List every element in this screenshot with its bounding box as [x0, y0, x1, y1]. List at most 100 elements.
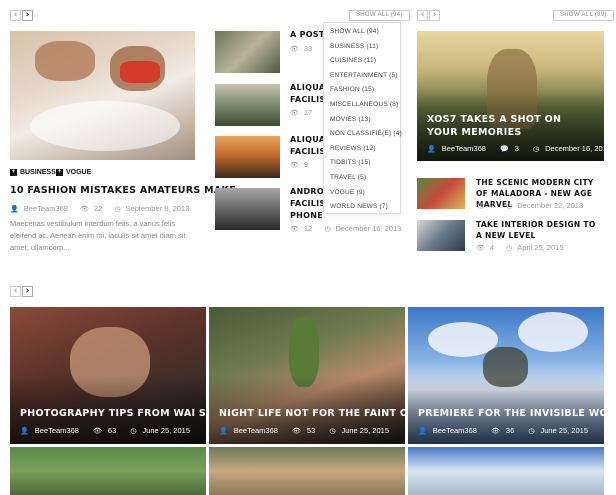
right-post-title-2[interactable]: TAKE INTERIOR DESIGN TO A NEW LEVEL: [476, 219, 604, 241]
views: 17: [303, 108, 313, 117]
user-icon: 👤: [219, 427, 228, 435]
post-thumb-2[interactable]: [215, 84, 280, 126]
author[interactable]: BeeTeam368: [24, 204, 68, 213]
right-prev-button[interactable]: ‹: [417, 10, 428, 21]
dropdown-item[interactable]: NON CLASSIFIÉ(E) (4): [324, 127, 402, 142]
clock-icon: ◷: [533, 145, 540, 153]
comment-icon: 💬: [500, 145, 509, 153]
right-thumb-1[interactable]: [417, 178, 465, 209]
views: 12: [303, 224, 313, 233]
middle-post-meta-2: 👁 17: [290, 108, 317, 117]
clock-icon: ◷: [329, 427, 336, 435]
date: December 16, 2013: [545, 144, 604, 153]
category-dropdown[interactable]: SHOW ALL (94) BUSINESS (11) CUISINES (11…: [323, 22, 402, 215]
grid-image-1[interactable]: PHOTOGRAPHY TIPS FROM WAI SU 👤 BeeTeam368…: [10, 307, 206, 444]
grid-image-2[interactable]: NIGHT LIFE NOT FOR THE FAINT OF HEART 👤 B…: [209, 307, 405, 444]
date: June 25, 2015: [540, 426, 588, 435]
post-thumb-4[interactable]: [215, 188, 280, 230]
eye-icon: 👁: [93, 427, 102, 435]
user-icon: 👤: [20, 427, 29, 435]
comments: 3: [514, 144, 519, 153]
grid-title-3[interactable]: PREMIERE FOR THE INVISIBLE WOMAN: [418, 408, 604, 419]
date: September 8, 2013: [125, 204, 190, 213]
left-prev-button[interactable]: ‹: [10, 10, 21, 21]
post-thumb-3[interactable]: [215, 136, 280, 178]
dropdown-item[interactable]: CUISINES (11): [324, 54, 400, 69]
grid-meta-2: 👤 BeeTeam368 👁 53 ◷ June 25, 2015: [219, 426, 401, 435]
eye-icon: 👁: [476, 244, 485, 252]
middle-post-meta-4: 👁 12 ◷ December 16, 2013: [290, 224, 411, 233]
dropdown-item[interactable]: WORLD NEWS (7): [324, 200, 400, 215]
grid-meta-3: 👤 BeeTeam368 👁 36 ◷ June 25, 2015: [418, 426, 600, 435]
eye-icon: 👁: [476, 202, 485, 210]
dropdown-item[interactable]: VOGUE (9): [324, 186, 400, 201]
grid-image-4[interactable]: [10, 447, 206, 495]
date: December 16, 2013: [335, 224, 402, 233]
author[interactable]: BeeTeam368: [442, 144, 486, 153]
tag-icon: +: [56, 169, 63, 176]
right-show-all-button[interactable]: SHOW ALL (89): [553, 10, 614, 21]
tag-label: VOGUE: [66, 169, 92, 176]
right-post-meta-2: 👁 4 ◷ April 25, 2015: [476, 243, 574, 252]
featured-right-image[interactable]: XOS7 TAKES A SHOT ON YOUR MEMORIES 👤 BeeT…: [417, 31, 604, 161]
author[interactable]: BeeTeam368: [234, 426, 278, 435]
dropdown-item[interactable]: FASHION (15): [324, 83, 400, 98]
beach-couple-image[interactable]: [10, 31, 195, 160]
dropdown-item[interactable]: TIDBITS (15): [324, 156, 400, 171]
right-thumb-2[interactable]: [417, 220, 465, 251]
tag-icon: +: [10, 169, 17, 176]
middle-post-meta-3: 👁 9: [290, 160, 313, 169]
views: 9: [303, 160, 309, 169]
clock-icon: ◷: [528, 427, 535, 435]
tag-business[interactable]: + BUSINESS: [10, 169, 56, 176]
views: 22: [93, 204, 103, 213]
dropdown-item[interactable]: MOVIES (13): [324, 113, 400, 128]
dropdown-item[interactable]: REVIEWS (12): [324, 142, 400, 157]
grid-image-5[interactable]: [209, 447, 405, 495]
dropdown-item[interactable]: BUSINESS (11): [324, 40, 400, 55]
grid-title-1[interactable]: PHOTOGRAPHY TIPS FROM WAI SU: [20, 408, 206, 419]
featured-right-meta: 👤 BeeTeam368 💬 3 ◷ December 16, 2013: [427, 144, 604, 153]
eye-icon: 👁: [491, 427, 500, 435]
grid-next-button[interactable]: ›: [22, 286, 33, 297]
left-post-title[interactable]: 10 FASHION MISTAKES AMATEURS MAKE: [10, 185, 236, 196]
left-post-meta: 👤 BeeTeam368 👁 22 ◷ September 8, 2013: [10, 204, 199, 213]
clock-icon: ◷: [506, 244, 513, 252]
clock-icon: ◷: [114, 205, 121, 213]
views: 36: [505, 426, 515, 435]
grid-title-2[interactable]: NIGHT LIFE NOT FOR THE FAINT OF HEART: [219, 408, 405, 419]
views: 53: [306, 426, 316, 435]
tag-label: BUSINESS: [20, 169, 56, 176]
right-post-meta-1: 👁 7 ◷ December 22, 2013: [476, 201, 593, 210]
grid-image-6[interactable]: [408, 447, 604, 495]
dropdown-item[interactable]: MISCELLANEOUS (8): [324, 98, 400, 113]
date: June 25, 2015: [142, 426, 190, 435]
grid-meta-1: 👤 BeeTeam368 👁 63 ◷ June 25, 2015: [20, 426, 202, 435]
eye-icon: 👁: [290, 161, 299, 169]
author[interactable]: BeeTeam368: [35, 426, 79, 435]
eye-icon: 👁: [292, 427, 301, 435]
clock-icon: ◷: [506, 202, 513, 210]
middle-post-meta-1: 👁 33: [290, 44, 317, 53]
date: April 25, 2015: [517, 243, 564, 252]
tag-vogue[interactable]: + VOGUE: [56, 169, 91, 176]
post-thumb-1[interactable]: [215, 31, 280, 73]
dropdown-item[interactable]: SHOW ALL (94): [324, 25, 400, 40]
featured-right-title[interactable]: XOS7 TAKES A SHOT ON YOUR MEMORIES: [427, 113, 577, 139]
author[interactable]: BeeTeam368: [433, 426, 477, 435]
dropdown-item[interactable]: ENTERTAINMENT (5): [324, 69, 400, 84]
date: December 22, 2013: [517, 201, 584, 210]
grid-prev-button[interactable]: ‹: [10, 286, 21, 297]
right-next-button[interactable]: ›: [429, 10, 440, 21]
middle-show-all-button[interactable]: SHOW ALL (94): [349, 10, 410, 21]
eye-icon: 👁: [290, 45, 299, 53]
grid-image-3[interactable]: PREMIERE FOR THE INVISIBLE WOMAN 👤 BeeTea…: [408, 307, 604, 444]
user-icon: 👤: [418, 427, 427, 435]
views: 33: [303, 44, 313, 53]
left-next-button[interactable]: ›: [22, 10, 33, 21]
eye-icon: 👁: [290, 225, 299, 233]
date: June 25, 2015: [341, 426, 389, 435]
views: 63: [107, 426, 117, 435]
views: 4: [489, 243, 495, 252]
dropdown-item[interactable]: TRAVEL (5): [324, 171, 400, 186]
